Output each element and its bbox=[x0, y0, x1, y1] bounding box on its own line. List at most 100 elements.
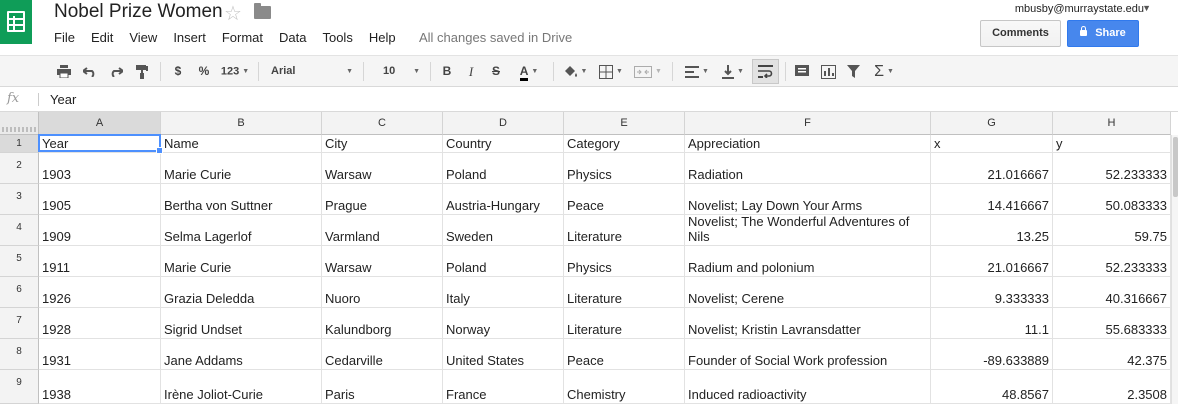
cell-a5[interactable]: 1911 bbox=[39, 246, 161, 277]
cell-e8[interactable]: Peace bbox=[564, 339, 685, 370]
cell-g7[interactable]: 11.1 bbox=[931, 308, 1053, 339]
cell-f3[interactable]: Novelist; Lay Down Your Arms bbox=[685, 184, 931, 215]
cell-c1[interactable]: City bbox=[322, 135, 443, 153]
redo-icon[interactable] bbox=[106, 56, 126, 87]
functions-button[interactable]: Σ ▼ bbox=[868, 56, 900, 87]
menu-edit[interactable]: Edit bbox=[91, 30, 113, 46]
undo-icon[interactable] bbox=[80, 56, 100, 87]
cell-d3[interactable]: Austria-Hungary bbox=[443, 184, 564, 215]
cell-e4[interactable]: Literature bbox=[564, 215, 685, 246]
cell-e9[interactable]: Chemistry bbox=[564, 370, 685, 404]
currency-format-button[interactable]: $ bbox=[170, 56, 186, 87]
cell-c4[interactable]: Varmland bbox=[322, 215, 443, 246]
row-header-8[interactable]: 8 bbox=[0, 339, 39, 370]
row-header-1[interactable]: 1 bbox=[0, 135, 39, 153]
vertical-align-button[interactable]: ▼ bbox=[718, 56, 748, 87]
cell-c8[interactable]: Cedarville bbox=[322, 339, 443, 370]
cell-h1[interactable]: y bbox=[1053, 135, 1171, 153]
row-header-3[interactable]: 3 bbox=[0, 184, 39, 215]
menu-file[interactable]: File bbox=[54, 30, 75, 46]
menu-view[interactable]: View bbox=[129, 30, 157, 46]
cell-c7[interactable]: Kalundborg bbox=[322, 308, 443, 339]
cell-f9[interactable]: Induced radioactivity bbox=[685, 370, 931, 404]
select-all-corner[interactable] bbox=[0, 112, 39, 135]
row-header-4[interactable]: 4 bbox=[0, 215, 39, 246]
row-header-6[interactable]: 6 bbox=[0, 277, 39, 308]
scrollbar-thumb[interactable] bbox=[1173, 137, 1178, 197]
cell-e3[interactable]: Peace bbox=[564, 184, 685, 215]
cell-g3[interactable]: 14.416667 bbox=[931, 184, 1053, 215]
cell-g8[interactable]: -89.633889 bbox=[931, 339, 1053, 370]
cell-a9[interactable]: 1938 bbox=[39, 370, 161, 404]
cell-h5[interactable]: 52.233333 bbox=[1053, 246, 1171, 277]
cell-b3[interactable]: Bertha von Suttner bbox=[161, 184, 322, 215]
column-header-c[interactable]: C bbox=[322, 112, 443, 135]
more-formats-button[interactable]: 123 ▼ bbox=[218, 56, 252, 87]
cell-f7[interactable]: Novelist; Kristin Lavransdatter bbox=[685, 308, 931, 339]
cell-h9[interactable]: 2.3508 bbox=[1053, 370, 1171, 404]
cell-d9[interactable]: France bbox=[443, 370, 564, 404]
cell-d5[interactable]: Poland bbox=[443, 246, 564, 277]
menu-help[interactable]: Help bbox=[369, 30, 396, 46]
cell-a3[interactable]: 1905 bbox=[39, 184, 161, 215]
merge-cells-button[interactable]: ▼ bbox=[631, 56, 665, 87]
column-header-a[interactable]: A bbox=[39, 112, 161, 135]
cell-h4[interactable]: 59.75 bbox=[1053, 215, 1171, 246]
column-header-g[interactable]: G bbox=[931, 112, 1053, 135]
menu-insert[interactable]: Insert bbox=[173, 30, 206, 46]
cell-b2[interactable]: Marie Curie bbox=[161, 153, 322, 184]
column-header-e[interactable]: E bbox=[564, 112, 685, 135]
insert-chart-icon[interactable] bbox=[817, 56, 839, 87]
cell-c9[interactable]: Paris bbox=[322, 370, 443, 404]
cell-g6[interactable]: 9.333333 bbox=[931, 277, 1053, 308]
cell-c5[interactable]: Warsaw bbox=[322, 246, 443, 277]
cell-f5[interactable]: Radium and polonium bbox=[685, 246, 931, 277]
borders-button[interactable]: ▼ bbox=[596, 56, 626, 87]
cell-a8[interactable]: 1931 bbox=[39, 339, 161, 370]
account-email[interactable]: mbusby@murraystate.edu bbox=[1015, 3, 1144, 15]
column-header-f[interactable]: F bbox=[685, 112, 931, 135]
paint-format-icon[interactable] bbox=[132, 56, 152, 87]
cell-d7[interactable]: Norway bbox=[443, 308, 564, 339]
cell-f1[interactable]: Appreciation bbox=[685, 135, 931, 153]
cell-b5[interactable]: Marie Curie bbox=[161, 246, 322, 277]
cell-e1[interactable]: Category bbox=[564, 135, 685, 153]
cell-b9[interactable]: Irène Joliot-Curie bbox=[161, 370, 322, 404]
folder-icon[interactable] bbox=[254, 3, 271, 19]
bold-button[interactable]: B bbox=[438, 56, 456, 87]
cell-a7[interactable]: 1928 bbox=[39, 308, 161, 339]
vertical-scrollbar[interactable] bbox=[1171, 135, 1178, 404]
cell-h2[interactable]: 52.233333 bbox=[1053, 153, 1171, 184]
cell-h3[interactable]: 50.083333 bbox=[1053, 184, 1171, 215]
cell-f4[interactable]: Novelist; The Wonderful Adventures of Ni… bbox=[685, 215, 931, 246]
column-header-d[interactable]: D bbox=[443, 112, 564, 135]
cell-b1[interactable]: Name bbox=[161, 135, 322, 153]
cell-a6[interactable]: 1926 bbox=[39, 277, 161, 308]
cell-h6[interactable]: 40.316667 bbox=[1053, 277, 1171, 308]
star-icon[interactable]: ☆ bbox=[224, 1, 242, 26]
cell-f8[interactable]: Founder of Social Work profession bbox=[685, 339, 931, 370]
font-size-select[interactable]: 10 ▼ bbox=[372, 56, 424, 87]
cell-g5[interactable]: 21.016667 bbox=[931, 246, 1053, 277]
fill-color-button[interactable]: ▼ bbox=[560, 56, 590, 87]
italic-button[interactable]: I bbox=[462, 56, 480, 87]
row-header-5[interactable]: 5 bbox=[0, 246, 39, 277]
share-button[interactable]: Share bbox=[1067, 20, 1139, 47]
cell-c3[interactable]: Prague bbox=[322, 184, 443, 215]
cell-c2[interactable]: Warsaw bbox=[322, 153, 443, 184]
document-title[interactable]: Nobel Prize Women bbox=[54, 1, 223, 23]
cell-h8[interactable]: 42.375 bbox=[1053, 339, 1171, 370]
row-header-9[interactable]: 9 bbox=[0, 370, 39, 404]
cell-h7[interactable]: 55.683333 bbox=[1053, 308, 1171, 339]
cell-e5[interactable]: Physics bbox=[564, 246, 685, 277]
cell-b4[interactable]: Selma Lagerlof bbox=[161, 215, 322, 246]
cell-f6[interactable]: Novelist; Cerene bbox=[685, 277, 931, 308]
cell-g1[interactable]: x bbox=[931, 135, 1053, 153]
filter-icon[interactable] bbox=[843, 56, 863, 87]
cell-b7[interactable]: Sigrid Undset bbox=[161, 308, 322, 339]
cell-f2[interactable]: Radiation bbox=[685, 153, 931, 184]
menu-tools[interactable]: Tools bbox=[322, 30, 352, 46]
sheets-logo-icon[interactable] bbox=[0, 0, 32, 44]
cell-d2[interactable]: Poland bbox=[443, 153, 564, 184]
cell-c6[interactable]: Nuoro bbox=[322, 277, 443, 308]
